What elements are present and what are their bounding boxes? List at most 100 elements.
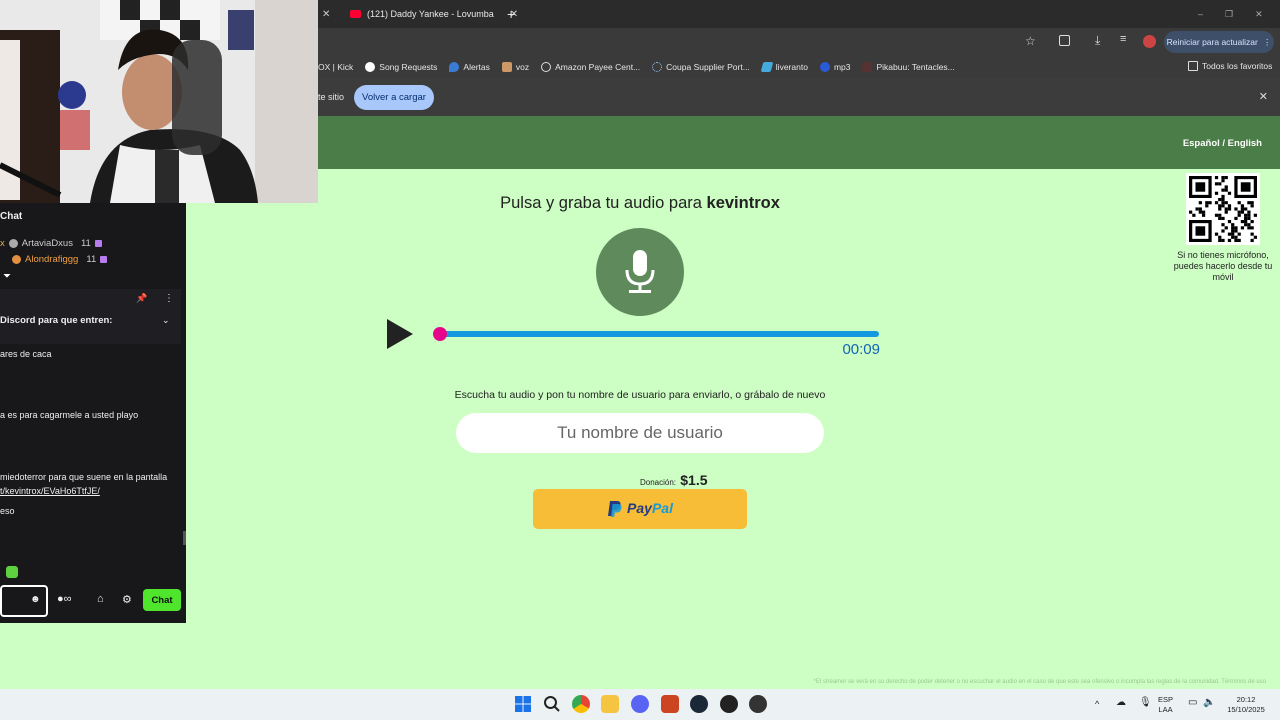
network-tray-icon[interactable]: ☁ — [1116, 698, 1126, 708]
gear-icon[interactable]: ⚙ — [122, 593, 132, 606]
bookmark-voz[interactable]: voz — [501, 62, 530, 72]
bookmark-song-requests[interactable]: Song Requests — [365, 62, 437, 72]
tab-close-prev[interactable]: ✕ — [322, 0, 330, 28]
app-icon[interactable] — [661, 695, 679, 713]
paypal-pay-text: Pay — [627, 500, 652, 516]
more-vert-icon: ⋮ — [1262, 36, 1272, 47]
media-player-icon[interactable] — [749, 695, 767, 713]
progress-thumb[interactable] — [433, 327, 447, 341]
obs-icon[interactable] — [720, 695, 738, 713]
audio-progress-bar[interactable] — [433, 327, 879, 341]
coupa-icon — [652, 62, 663, 72]
pin-icon[interactable]: 📌 — [136, 293, 147, 304]
bookmark-label: voz — [515, 62, 530, 72]
pinned-message[interactable]: 📌 ⋮ Discord para que entren: ⌄ — [0, 289, 181, 344]
mp3-icon — [819, 62, 830, 72]
username-input[interactable] — [456, 413, 824, 453]
donation-info: Donación: $1.5 — [640, 472, 800, 488]
chat-link[interactable]: t/kevintrox/EVaHo6TtfJE/ — [0, 485, 100, 498]
chrome-icon[interactable] — [572, 695, 590, 713]
chat-user-count: 11 — [80, 238, 91, 249]
sub-badge-icon — [100, 256, 108, 263]
bookmark-label: Pikabuu: Tentacles... — [876, 62, 955, 72]
chat-send-button[interactable]: Chat — [143, 589, 181, 611]
language-indicator[interactable]: ESP LAA — [1158, 695, 1173, 715]
maximize-icon[interactable]: ❐ — [1225, 9, 1233, 20]
chat-title: Chat — [0, 211, 23, 222]
bookmark-kick[interactable]: OX | Kick — [318, 62, 353, 72]
extensions-icon[interactable] — [1059, 35, 1070, 46]
headline-prefix: Pulsa y graba tu audio para — [500, 194, 702, 212]
bookmark-liveranto[interactable]: liveranto — [760, 62, 808, 72]
close-window-icon[interactable]: ✕ — [1255, 9, 1263, 20]
bookmark-amazon[interactable]: Amazon Payee Cent... — [541, 62, 640, 72]
profile-icon[interactable] — [1143, 35, 1156, 48]
steam-icon[interactable] — [690, 695, 708, 713]
globe-icon — [541, 62, 552, 72]
scrollbar[interactable] — [183, 531, 186, 545]
new-tab-button[interactable]: + — [507, 0, 515, 28]
star-icon[interactable]: ☆ — [1025, 34, 1036, 48]
bookmark-coupa[interactable]: Coupa Supplier Port... — [652, 62, 750, 72]
record-button[interactable] — [596, 228, 684, 316]
keyboard-layout: LAA — [1158, 705, 1173, 714]
mic-tray-icon[interactable]: 🎙 — [1139, 698, 1152, 708]
clock[interactable]: 20:12 15/10/2025 — [1224, 695, 1268, 715]
reload-button[interactable]: Volver a cargar — [354, 85, 434, 110]
bookmark-mp3[interactable]: mp3 — [819, 62, 850, 72]
update-button[interactable]: Reiniciar para actualizar ⋮ — [1164, 31, 1274, 53]
chat-message: eso — [0, 506, 15, 516]
chevron-down-icon[interactable]: ⌄ — [162, 315, 170, 326]
badge-icon — [8, 239, 18, 248]
language-toggle[interactable]: Español / English — [1183, 138, 1262, 149]
clock-date: 15/10/2025 — [1227, 705, 1265, 714]
folder-icon — [1188, 61, 1198, 71]
tab-active[interactable]: (121) Daddy Yankee - Lovumba ✕ — [350, 0, 518, 28]
folder-icon[interactable] — [601, 695, 619, 713]
bookmark-label: liveranto — [775, 62, 808, 72]
more-vert-icon[interactable]: ⋮ — [164, 293, 174, 304]
volume-tray-icon[interactable]: 🔈 — [1203, 698, 1215, 708]
media-icon[interactable]: ≡ — [1120, 33, 1126, 45]
infobar-text: te sitio — [318, 92, 345, 102]
search-icon[interactable] — [543, 695, 561, 713]
chat-user-row[interactable]: Alondrafiggg 11 — [12, 254, 108, 265]
sub-badge-icon — [94, 240, 102, 247]
close-icon[interactable]: ✕ — [1259, 90, 1268, 103]
chat-username[interactable]: Alondrafiggg — [25, 254, 78, 265]
store-icon[interactable]: ⌂ — [97, 593, 104, 605]
minimize-icon[interactable]: – — [1198, 9, 1203, 19]
chat-username[interactable]: ArtaviaDxus — [22, 238, 73, 249]
bolt-icon — [760, 62, 774, 72]
voz-icon — [501, 62, 512, 72]
bits-icon[interactable]: ●∞ — [57, 593, 72, 605]
filter-icon[interactable]: ⏷ — [3, 271, 11, 282]
windows-start-icon[interactable] — [514, 695, 532, 713]
donation-label: Donación: — [640, 478, 677, 487]
chevron-up-icon[interactable]: ^ — [1095, 699, 1099, 709]
pinned-text: Discord para que entren: — [0, 315, 113, 326]
instruction-text: Escucha tu audio y pon tu nombre de usua… — [454, 389, 826, 401]
display-tray-icon[interactable]: ▭ — [1188, 698, 1197, 708]
footer-note: *El streamer se verá en su derecho de po… — [813, 679, 1267, 685]
window-controls: – ❐ ✕ — [1198, 0, 1263, 28]
plus-icon[interactable]: + — [507, 6, 515, 22]
play-button[interactable] — [384, 317, 416, 351]
microphone-icon — [625, 250, 655, 293]
chat-input[interactable]: ☻ — [0, 585, 48, 617]
all-bookmarks[interactable]: Todos los favoritos — [1188, 61, 1272, 71]
drop-icon — [449, 62, 460, 72]
tab-title: (121) Daddy Yankee - Lovumba — [367, 9, 494, 19]
paypal-button[interactable]: PayPal — [533, 489, 747, 529]
pikabuu-icon — [862, 62, 873, 72]
bookmark-label: Song Requests — [379, 62, 438, 72]
download-icon[interactable]: ⤓ — [1095, 33, 1100, 48]
bookmark-alertas[interactable]: Alertas — [449, 62, 490, 72]
discord-icon[interactable] — [631, 695, 649, 713]
emoji-icon[interactable]: ☻ — [30, 594, 41, 605]
bookmark-pikabuu[interactable]: Pikabuu: Tentacles... — [862, 62, 955, 72]
close-icon[interactable]: ✕ — [322, 9, 330, 20]
webcam-overlay — [0, 0, 318, 203]
chat-user-row[interactable]: x ArtaviaDxus 11 — [0, 238, 102, 249]
play-icon — [387, 319, 413, 349]
